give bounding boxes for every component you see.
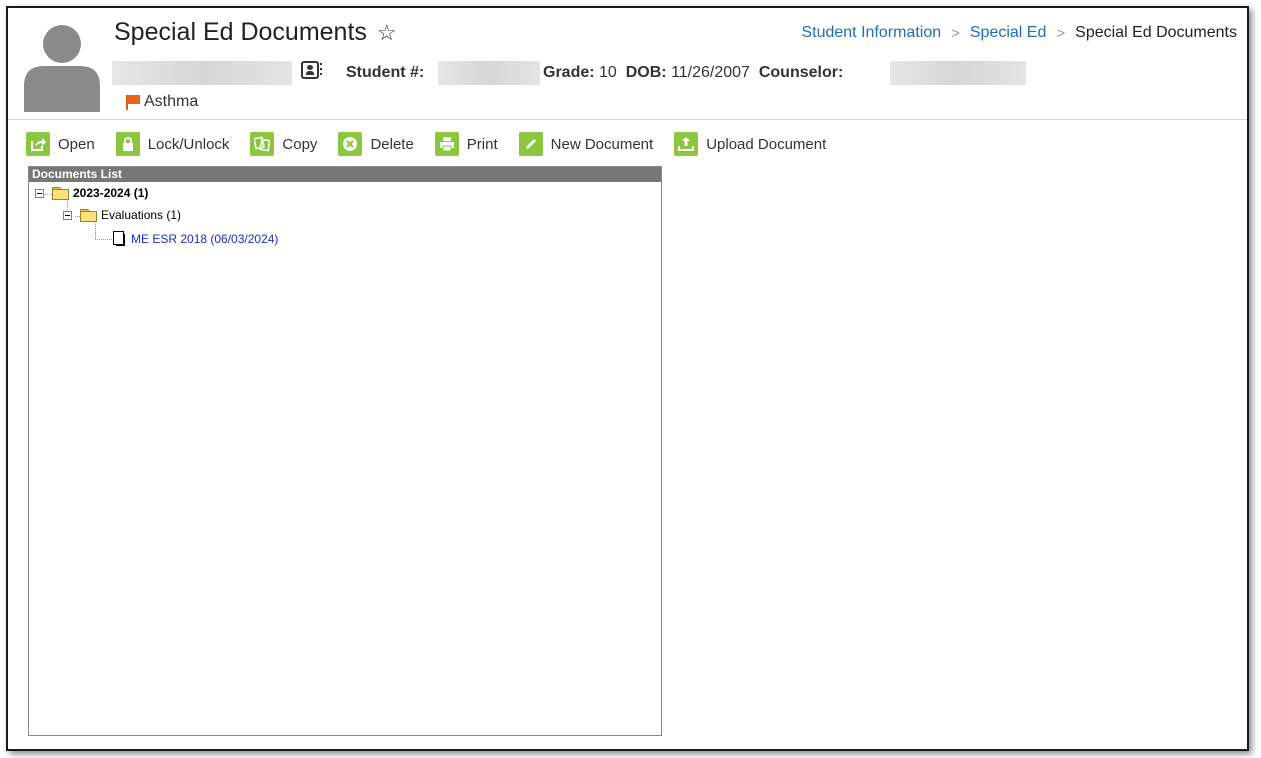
- lock-unlock-label: Lock/Unlock: [147, 135, 230, 153]
- delete-icon: [338, 132, 363, 156]
- counselor-label: Counselor:: [758, 64, 844, 81]
- health-flag[interactable]: Asthma: [126, 93, 198, 111]
- student-number-redacted: [438, 61, 540, 85]
- printer-icon: [434, 132, 459, 156]
- tree-connector: [95, 222, 96, 240]
- lock-icon: [115, 132, 140, 156]
- copy-icon: [250, 132, 275, 156]
- tree-node-document[interactable]: ME ESR 2018 (06/03/2024): [113, 231, 278, 246]
- upload-icon: [674, 132, 699, 156]
- document-icon: [113, 231, 125, 246]
- print-label: Print: [466, 135, 498, 153]
- counselor-redacted: [890, 61, 1026, 85]
- open-label: Open: [58, 135, 95, 153]
- upload-document-label: Upload Document: [706, 135, 827, 153]
- tree-node-evaluations[interactable]: Evaluations (1): [63, 208, 181, 222]
- flag-icon: [126, 95, 140, 110]
- documents-list-panel: Documents List 2023-2024 (1) Evaluations…: [28, 166, 662, 736]
- new-document-label: New Document: [550, 135, 654, 153]
- toolbar: Open Lock/Unlock Copy Delete Print New D…: [26, 132, 847, 156]
- upload-document-button[interactable]: Upload Document: [674, 132, 826, 156]
- folder-icon: [80, 209, 97, 222]
- breadcrumb: Student Information > Special Ed > Speci…: [801, 24, 1237, 42]
- documents-list-heading: Documents List: [29, 167, 661, 182]
- page-frame: Special Ed Documents ☆ Student Informati…: [6, 6, 1249, 751]
- year-folder-label: 2023-2024 (1): [73, 186, 149, 200]
- tree-node-year[interactable]: 2023-2024 (1): [35, 186, 148, 200]
- collapse-toggle-icon[interactable]: [35, 188, 44, 198]
- dob-label: DOB:: [625, 64, 667, 81]
- page-title: Special Ed Documents: [114, 18, 367, 46]
- student-name-redacted: [112, 61, 292, 85]
- page-title-row: Special Ed Documents ☆: [114, 18, 397, 47]
- flag-label: Asthma: [144, 93, 199, 110]
- star-icon[interactable]: ☆: [377, 20, 397, 46]
- dob-value: 11/26/2007: [671, 64, 750, 81]
- chevron-right-icon: >: [951, 24, 960, 42]
- delete-label: Delete: [370, 135, 414, 153]
- breadcrumb-current: Special Ed Documents: [1075, 24, 1237, 41]
- breadcrumb-student-information[interactable]: Student Information: [801, 24, 941, 42]
- collapse-toggle-icon[interactable]: [63, 210, 72, 220]
- grade-dob-row: Grade: 10 DOB: 11/26/2007 Counselor:: [543, 64, 843, 82]
- document-link[interactable]: ME ESR 2018 (06/03/2024): [131, 232, 278, 246]
- evaluations-folder-label: Evaluations (1): [101, 208, 182, 222]
- print-button[interactable]: Print: [434, 132, 498, 156]
- copy-button[interactable]: Copy: [250, 132, 317, 156]
- delete-button[interactable]: Delete: [338, 132, 414, 156]
- contact-card-dots: [320, 63, 322, 77]
- new-document-button[interactable]: New Document: [518, 132, 654, 156]
- chevron-right-icon: >: [1056, 24, 1066, 42]
- pencil-icon: [518, 132, 543, 156]
- tree-connector: [95, 239, 115, 240]
- copy-label: Copy: [282, 135, 318, 153]
- grade-value: 10: [599, 64, 617, 81]
- contact-card-icon[interactable]: [301, 61, 319, 79]
- grade-label: Grade:: [543, 64, 595, 81]
- student-number-label: Student #:: [346, 64, 425, 81]
- header-divider: [8, 119, 1247, 120]
- open-button[interactable]: Open: [26, 132, 95, 156]
- student-avatar: [24, 25, 100, 112]
- lock-unlock-button[interactable]: Lock/Unlock: [115, 132, 230, 156]
- breadcrumb-special-ed[interactable]: Special Ed: [970, 24, 1047, 42]
- open-icon: [26, 132, 50, 156]
- folder-icon: [52, 187, 69, 200]
